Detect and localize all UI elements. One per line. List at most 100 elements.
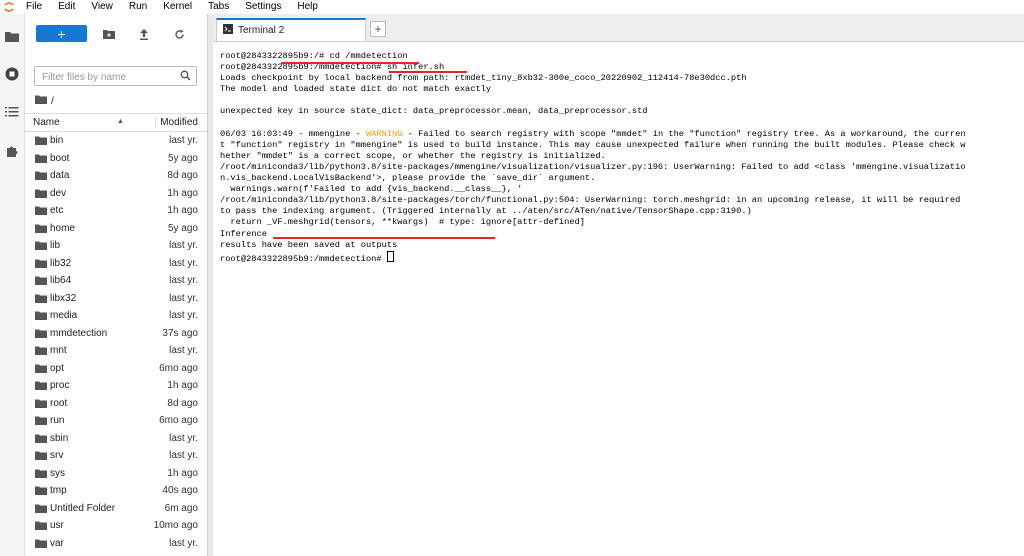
file-modified: 6m ago: [164, 502, 198, 514]
file-name: lib64: [50, 275, 72, 286]
file-row[interactable]: etc 1h ago: [25, 202, 207, 220]
file-row[interactable]: bin last yr.: [25, 132, 207, 150]
menu-tabs[interactable]: Tabs: [200, 0, 237, 14]
folder-icon: [35, 486, 47, 495]
file-name: mmdetection: [50, 327, 108, 339]
file-modified: 8d ago: [167, 170, 198, 181]
annotation-underline: [389, 71, 467, 73]
column-modified-header[interactable]: Modified: [160, 117, 198, 128]
menu-view[interactable]: View: [83, 0, 121, 14]
file-row[interactable]: sbin last yr.: [25, 430, 207, 448]
terminal-output[interactable]: root@2843322895b9:/# cd /mmdetection roo…: [220, 51, 1020, 265]
file-name: Untitled Folder: [50, 502, 116, 514]
file-browser: + / Name ▲ Modified bin last yr. boot 5y ag…: [25, 14, 207, 556]
file-row[interactable]: var last yr.: [25, 535, 207, 553]
file-name: data: [50, 170, 70, 181]
file-modified: last yr.: [169, 537, 198, 549]
sort-ascending-icon[interactable]: ▲: [117, 118, 124, 125]
folder-icon: [35, 521, 47, 530]
menu-run[interactable]: Run: [121, 0, 155, 14]
file-row[interactable]: mmdetection 37s ago: [25, 325, 207, 343]
file-row[interactable]: usr 10mo ago: [25, 517, 207, 535]
file-row[interactable]: sys 1h ago: [25, 465, 207, 483]
file-name: media: [50, 310, 78, 321]
folder-icon: [35, 504, 47, 513]
menu-edit[interactable]: Edit: [50, 0, 83, 14]
search-icon: [180, 70, 191, 84]
file-name: lib32: [50, 257, 72, 269]
file-row[interactable]: tmp 40s ago: [25, 482, 207, 500]
column-name-header[interactable]: Name: [33, 117, 60, 128]
file-row[interactable]: proc 1h ago: [25, 377, 207, 395]
file-row[interactable]: boot 5y ago: [25, 150, 207, 168]
terminal-cursor: [386, 250, 394, 262]
terminal-line: /root/miniconda3/lib/python3.8/site-pack…: [220, 161, 966, 172]
file-row[interactable]: lib32 last yr.: [25, 255, 207, 273]
filter-files-input[interactable]: [40, 68, 174, 86]
file-modified: 1h ago: [167, 467, 198, 479]
file-row[interactable]: lib64 last yr.: [25, 272, 207, 290]
folder-icon: [35, 311, 47, 320]
menu-help[interactable]: Help: [289, 0, 326, 14]
folder-icon: [35, 206, 47, 215]
upload-icon[interactable]: [136, 26, 152, 42]
terminal-line: to pass the indexing argument. (Triggere…: [220, 206, 752, 217]
file-modified: last yr.: [169, 135, 198, 146]
menu-settings[interactable]: Settings: [237, 0, 289, 14]
file-name: mnt: [50, 345, 67, 356]
file-row[interactable]: home 5y ago: [25, 220, 207, 238]
folder-icon: [35, 539, 47, 548]
new-folder-icon[interactable]: [101, 26, 117, 42]
folder-icon: [35, 329, 47, 338]
folder-icon: [35, 136, 47, 145]
file-name: sbin: [50, 432, 69, 444]
tab-terminal-2[interactable]: Terminal 2: [216, 18, 366, 41]
file-name: root: [50, 397, 68, 409]
column-divider[interactable]: [155, 116, 156, 128]
add-tab-button[interactable]: +: [370, 21, 386, 37]
file-name: dev: [50, 187, 67, 199]
menu-kernel[interactable]: Kernel: [155, 0, 200, 14]
folder-icon: [35, 259, 47, 268]
file-row[interactable]: dev 1h ago: [25, 185, 207, 203]
new-launcher-button[interactable]: +: [36, 25, 87, 42]
file-name: lib: [50, 240, 61, 251]
file-row[interactable]: libx32 last yr.: [25, 290, 207, 308]
terminal-panel[interactable]: root@2843322895b9:/# cd /mmdetection roo…: [213, 42, 1024, 556]
menu-file[interactable]: File: [18, 0, 50, 14]
tab-label: Terminal 2: [238, 25, 285, 36]
file-name: etc: [50, 205, 64, 216]
folder-icon: [35, 399, 47, 408]
folder-icon[interactable]: [35, 95, 47, 107]
file-name: proc: [50, 380, 70, 391]
folder-icon: [35, 451, 47, 460]
file-row[interactable]: srv last yr.: [25, 447, 207, 465]
file-name: home: [50, 222, 76, 234]
filter-files-field[interactable]: [34, 66, 197, 86]
file-modified: 6mo ago: [159, 415, 198, 426]
tab-bar: Terminal 2 +: [213, 14, 1024, 42]
file-modified: last yr.: [169, 257, 198, 269]
running-icon[interactable]: [4, 66, 20, 82]
file-row[interactable]: media last yr.: [25, 307, 207, 325]
file-modified: last yr.: [169, 345, 198, 356]
file-name: libx32: [50, 292, 77, 304]
file-row[interactable]: root 8d ago: [25, 395, 207, 413]
file-row[interactable]: Untitled Folder 6m ago: [25, 500, 207, 518]
file-modified: 10mo ago: [153, 520, 198, 531]
folder-icon[interactable]: [4, 28, 20, 44]
refresh-icon[interactable]: [171, 26, 187, 42]
warning-label: WARNING: [365, 128, 403, 139]
terminal-line: hether "mmdet" is a correct scope, or wh…: [220, 150, 606, 161]
file-row[interactable]: run 6mo ago: [25, 412, 207, 430]
folder-icon: [35, 434, 47, 443]
toc-icon[interactable]: [4, 104, 20, 120]
breadcrumb-root[interactable]: /: [51, 96, 54, 107]
file-row[interactable]: mnt last yr.: [25, 342, 207, 360]
file-row[interactable]: lib last yr.: [25, 237, 207, 255]
extension-icon[interactable]: [4, 143, 20, 159]
folder-icon: [35, 224, 47, 233]
file-row[interactable]: opt 6mo ago: [25, 360, 207, 378]
file-row[interactable]: data 8d ago: [25, 167, 207, 185]
terminal-line: unexpected key in source state_dict: dat…: [220, 106, 648, 117]
